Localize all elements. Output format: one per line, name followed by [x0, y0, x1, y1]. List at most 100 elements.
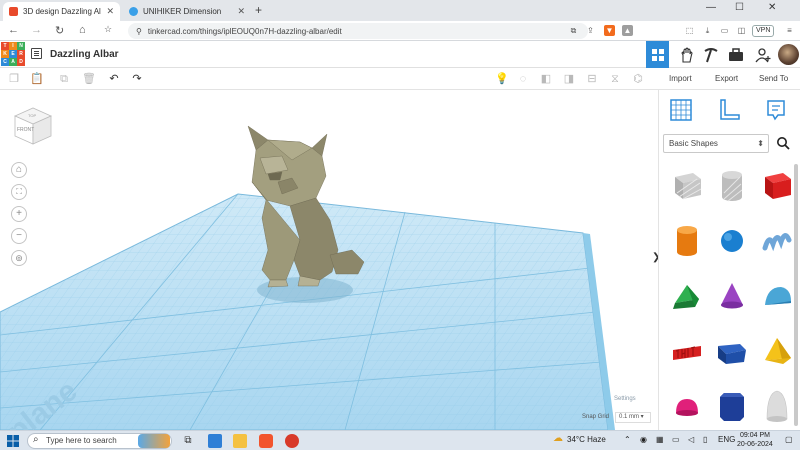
note-icon[interactable]: ◌	[517, 73, 529, 85]
search-highlight-icon[interactable]	[138, 434, 170, 448]
network-status-icon[interactable]: ◉	[640, 435, 647, 444]
paste-icon[interactable]: 📋	[30, 73, 44, 85]
clock-time[interactable]: 09:04 PM	[740, 432, 770, 439]
forward-icon[interactable]: →	[31, 24, 42, 36]
notes-tab-icon[interactable]	[763, 98, 789, 122]
rewards-icon[interactable]: ▲	[622, 25, 633, 36]
shape-round-roof[interactable]	[757, 275, 797, 315]
vpn-button[interactable]: VPN	[752, 25, 775, 37]
shape-paraboloid[interactable]	[757, 385, 797, 425]
panel-scrollbar[interactable]	[794, 164, 798, 426]
display-icon[interactable]: ▭	[672, 435, 680, 444]
close-window-icon[interactable]: ✕	[768, 2, 776, 13]
wallet-icon[interactable]: ▭	[719, 25, 730, 36]
task-view-icon[interactable]: ⧉	[181, 434, 195, 448]
shape-box-hole[interactable]	[667, 165, 707, 205]
tray-app-icon[interactable]: ▦	[656, 435, 664, 444]
blocks-button[interactable]	[676, 41, 698, 68]
clock-date[interactable]: 20-06-2024	[737, 441, 773, 448]
shape-cylinder[interactable]	[667, 220, 707, 260]
send-to-button[interactable]: Send To	[759, 74, 788, 83]
notifications-icon[interactable]: ▢	[785, 435, 793, 444]
site-info-icon[interactable]: ⚲	[136, 27, 142, 36]
home-view-icon[interactable]: ⌂	[11, 162, 27, 178]
group-icon[interactable]: ◧	[540, 73, 552, 85]
tray-overflow-icon[interactable]: ⌃	[624, 435, 631, 444]
avatar[interactable]	[778, 44, 799, 65]
export-button[interactable]: Export	[715, 74, 738, 83]
shape-roof[interactable]	[667, 275, 707, 315]
shape-scribble[interactable]	[757, 220, 797, 260]
shape-sphere[interactable]	[712, 220, 752, 260]
ruler-tab-icon[interactable]	[716, 98, 742, 122]
cast-icon[interactable]: ⧉	[568, 25, 579, 36]
sim-lab-button[interactable]	[725, 41, 747, 68]
copy-icon[interactable]: ❐	[8, 73, 20, 85]
shape-category-select[interactable]: Basic Shapes ⬍	[663, 134, 769, 153]
close-tab-icon[interactable]: ✕	[237, 6, 245, 17]
delete-icon[interactable]: 🗑	[82, 73, 96, 85]
redo-icon[interactable]: ↷	[131, 73, 143, 85]
shape-box[interactable]	[757, 165, 797, 205]
shape-polygon[interactable]	[712, 385, 752, 425]
zoom-in-icon[interactable]: +	[11, 206, 27, 222]
align-icon[interactable]: ⊟	[586, 73, 598, 85]
designs-list-icon[interactable]	[31, 48, 42, 59]
snap-grid-select[interactable]: 0.1 mm ▾	[615, 412, 651, 423]
home-icon[interactable]: ⌂	[79, 24, 86, 36]
3d-view-button[interactable]	[646, 41, 669, 68]
shape-wedge[interactable]	[712, 330, 752, 370]
workplane-viewport[interactable]: plane FRONT TOP ⌂ ⛶ + − ⊚ Settings Snap …	[0, 90, 658, 430]
language-indicator[interactable]: ENG	[718, 435, 735, 444]
brave-shield-icon[interactable]: ▼	[604, 25, 615, 36]
maximize-icon[interactable]: ☐	[735, 2, 744, 13]
design-title[interactable]: Dazzling Albar	[50, 49, 119, 60]
view-cube[interactable]: FRONT TOP	[11, 106, 55, 146]
weather-text[interactable]: 34°C Haze	[567, 435, 606, 444]
add-user-button[interactable]	[752, 41, 774, 68]
shape-pyramid[interactable]	[757, 330, 797, 370]
tinkercad-logo[interactable]: T I N K E R C A D	[1, 42, 25, 66]
brave-browser-icon[interactable]	[259, 434, 273, 448]
duplicate-icon[interactable]: ⧉	[58, 73, 70, 85]
mirror-icon[interactable]: ⧖	[609, 73, 621, 85]
windows-start-icon[interactable]	[7, 435, 19, 447]
downloads-icon[interactable]: ⤓	[702, 25, 713, 36]
battery-icon[interactable]: ▯	[703, 435, 707, 444]
file-explorer-icon[interactable]	[233, 434, 247, 448]
shape-half-sphere[interactable]	[667, 385, 707, 425]
sidebar-icon[interactable]: ◫	[736, 25, 747, 36]
menu-icon[interactable]: ≡	[784, 25, 795, 36]
url-field[interactable]: ⚲ tinkercad.com/things/iplEOUQ0n7H-dazzl…	[128, 23, 588, 39]
extensions-icon[interactable]: ⬚	[684, 25, 695, 36]
share-icon[interactable]: ⇪	[585, 25, 596, 36]
cruise-icon[interactable]: ⌬	[632, 73, 644, 85]
tab-tinkercad[interactable]: 3D design Dazzling Albar - Tinkercad ✕	[3, 2, 120, 21]
undo-icon[interactable]: ↶	[108, 73, 120, 85]
shape-cone[interactable]	[712, 275, 752, 315]
search-icon[interactable]	[776, 136, 790, 150]
perspective-icon[interactable]: ⊚	[11, 250, 27, 266]
light-bulb-icon[interactable]: 💡	[495, 73, 509, 85]
ungroup-icon[interactable]: ◨	[563, 73, 575, 85]
pinned-app-icon[interactable]	[208, 434, 222, 448]
settings-link[interactable]: Settings	[614, 396, 636, 402]
volume-icon[interactable]: ◁	[688, 435, 694, 444]
import-button[interactable]: Import	[669, 74, 692, 83]
zoom-out-icon[interactable]: −	[11, 228, 27, 244]
new-tab-icon[interactable]: +	[255, 3, 262, 17]
bricks-button[interactable]	[700, 41, 722, 68]
recorder-icon[interactable]	[285, 434, 299, 448]
tab-unihiker[interactable]: UNIHIKER Dimension ✕	[123, 2, 251, 21]
close-tab-icon[interactable]: ✕	[106, 6, 114, 17]
fit-view-icon[interactable]: ⛶	[11, 184, 27, 200]
minimize-icon[interactable]: —	[706, 2, 716, 13]
workplane-grid-tab-icon[interactable]	[668, 98, 694, 122]
back-icon[interactable]: ←	[8, 24, 19, 36]
shape-text[interactable]	[667, 330, 707, 370]
add-user-icon	[755, 47, 771, 62]
workplane-canvas[interactable]: plane	[0, 90, 658, 430]
shape-cylinder-hole[interactable]	[712, 165, 752, 205]
reload-icon[interactable]: ↻	[55, 24, 64, 37]
bookmark-icon[interactable]: ☆	[104, 24, 112, 35]
